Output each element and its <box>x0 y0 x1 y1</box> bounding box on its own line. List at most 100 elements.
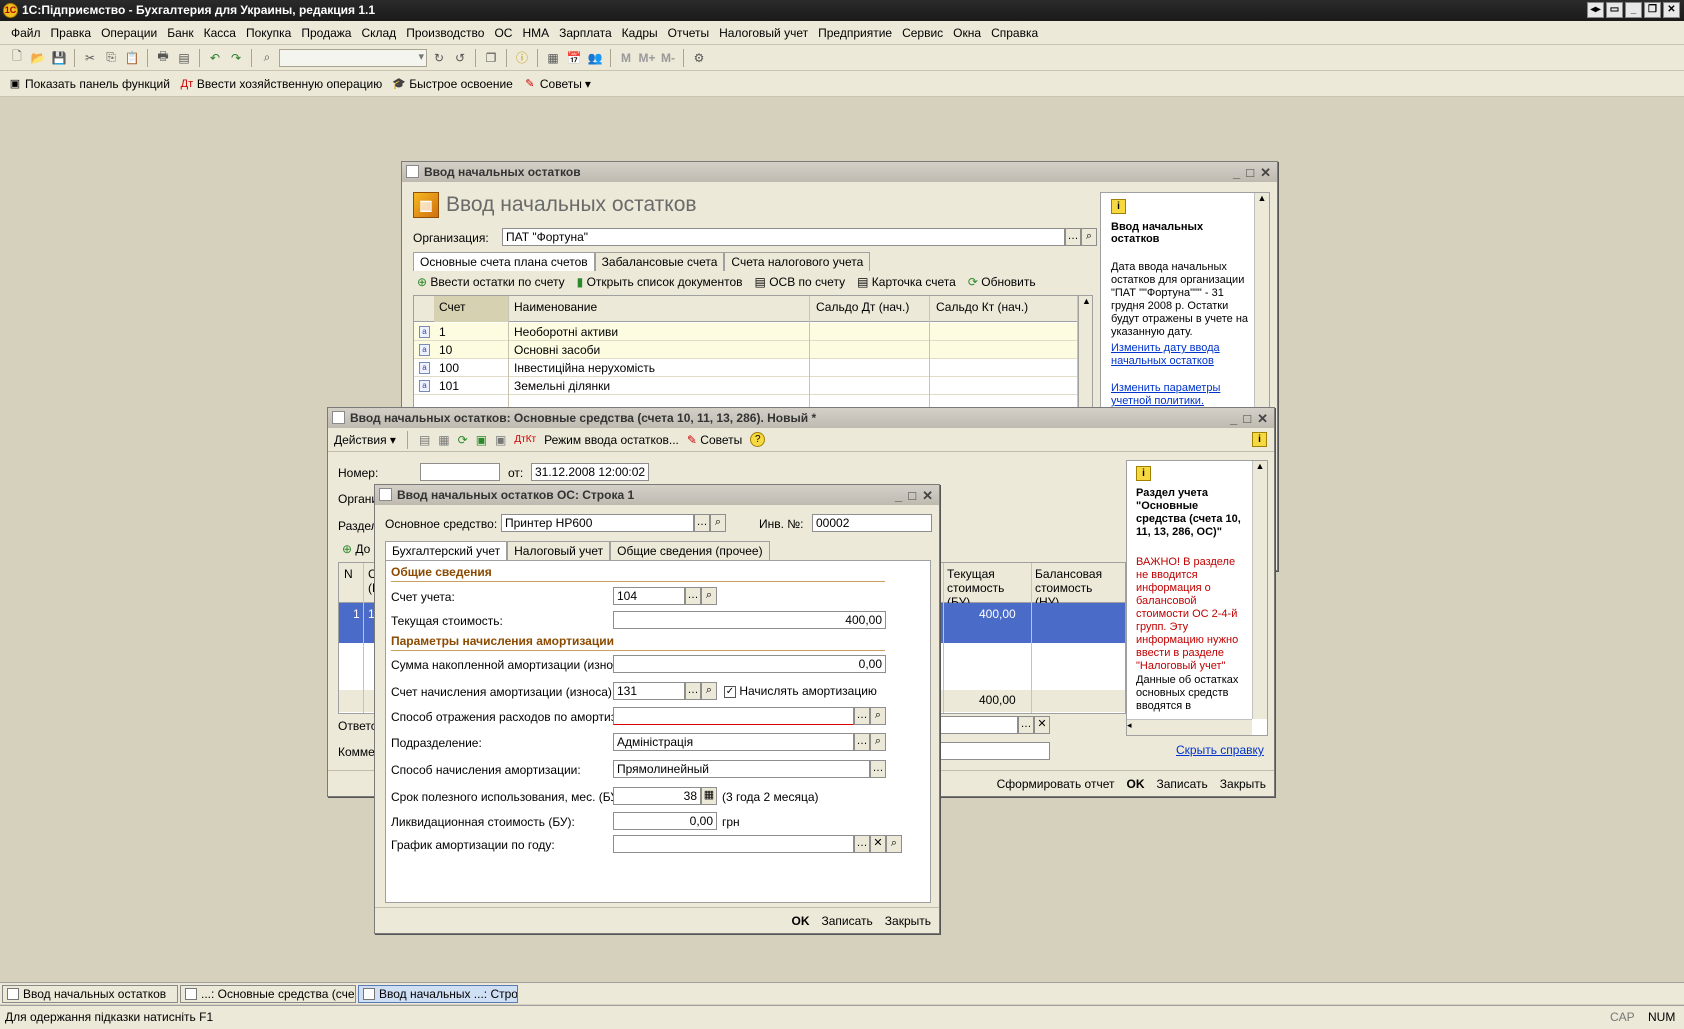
search-combo[interactable] <box>279 48 427 67</box>
col-account[interactable]: Счет <box>439 300 466 314</box>
copy-icon[interactable]: ⎘ <box>102 49 120 67</box>
info-toggle-icon[interactable]: i <box>1252 432 1267 447</box>
responsible-clear-icon[interactable]: ✕ <box>1034 716 1050 734</box>
col-debit[interactable]: Сальдо Дт (нач.) <box>816 300 909 314</box>
col-n[interactable]: N <box>344 567 353 581</box>
enter-operation-button[interactable]: Дт Ввести хозяйственную операцию <box>180 77 383 91</box>
close-icon[interactable]: ✕ <box>1257 409 1268 429</box>
schedule-field[interactable] <box>613 835 854 853</box>
table-row[interactable]: a 100 Інвестиційна нерухомість <box>414 359 1078 377</box>
cut-icon[interactable]: ✂ <box>81 49 99 67</box>
method-select-button[interactable]: … <box>870 760 886 778</box>
org-select-button[interactable]: … <box>1065 228 1081 246</box>
minimize-icon[interactable]: _ <box>1230 409 1237 429</box>
account-open-icon[interactable]: ⌕ <box>701 587 717 605</box>
open-icon[interactable]: 📂 <box>29 49 47 67</box>
dt-kt-icon[interactable]: ДтКт <box>514 434 536 445</box>
maximize-icon[interactable]: ❐ <box>1644 2 1661 18</box>
calendar-icon[interactable]: 📅 <box>565 49 583 67</box>
accum-field[interactable]: 0,00 <box>613 655 886 673</box>
amort-acc-open-icon[interactable]: ⌕ <box>701 682 717 700</box>
tab-2[interactable]: Общие сведения (прочее) <box>610 541 770 560</box>
expense-select-button[interactable]: … <box>854 707 870 725</box>
actions-menu[interactable]: Действия ▾ <box>334 433 396 447</box>
tab-0[interactable]: Основные счета плана счетов <box>413 252 595 271</box>
show-panel-button[interactable]: ▣ Показать панель функций <box>8 77 170 91</box>
amort-checkbox[interactable]: ✓ Начислять амортизацию <box>724 684 877 698</box>
memory-mminus-icon[interactable]: M- <box>659 49 677 67</box>
switch-icon[interactable]: ▭ <box>1606 2 1623 18</box>
expense-field[interactable] <box>613 707 854 725</box>
help-icon[interactable]: ? <box>750 432 766 447</box>
tips-button[interactable]: ✎ Советы <box>687 433 742 447</box>
maximize-icon[interactable]: □ <box>908 486 916 506</box>
save-icon[interactable]: 💾 <box>50 49 68 67</box>
minimize-icon[interactable]: _ <box>895 486 902 506</box>
menu-item[interactable]: Сервис <box>897 26 948 40</box>
add-row-icon[interactable]: ▤ <box>419 433 430 447</box>
preview-icon[interactable]: ▤ <box>175 49 193 67</box>
account-field[interactable]: 104 <box>613 587 685 605</box>
paste-icon[interactable]: 📋 <box>123 49 141 67</box>
save-button[interactable]: Записать <box>1157 777 1208 791</box>
menu-item[interactable]: Продажа <box>296 26 356 40</box>
liq-field[interactable]: 0,00 <box>613 812 717 830</box>
dept-select-button[interactable]: … <box>854 733 870 751</box>
inv-field[interactable]: 00002 <box>812 514 932 532</box>
schedule-open-icon[interactable]: ⌕ <box>886 835 902 853</box>
date-field[interactable]: 31.12.2008 12:00:02 <box>531 463 649 481</box>
schedule-select-button[interactable]: … <box>854 835 870 853</box>
asset-open-icon[interactable]: ⌕ <box>710 514 726 532</box>
enter-balances-button[interactable]: ⊕ Ввести остатки по счету <box>417 275 565 289</box>
help-scrollbar[interactable]: ▲ <box>1252 461 1267 719</box>
menu-item[interactable]: Налоговый учет <box>714 26 813 40</box>
redo-icon[interactable]: ↷ <box>227 49 245 67</box>
restore-icon[interactable]: ◂▸ <box>1587 2 1604 18</box>
add-button[interactable]: ⊕ До <box>342 542 370 556</box>
menu-item[interactable]: Производство <box>401 26 489 40</box>
menu-item[interactable]: Зарплата <box>554 26 617 40</box>
maximize-icon[interactable]: □ <box>1246 163 1254 183</box>
find-prev-icon[interactable]: ↺ <box>451 49 469 67</box>
col-name[interactable]: Наименование <box>514 300 597 314</box>
unpost-icon[interactable]: ▣ <box>495 433 506 447</box>
menu-item[interactable]: Файл <box>6 26 46 40</box>
tab-2[interactable]: Счета налогового учета <box>724 252 871 271</box>
table-row[interactable]: a 1 Необоротні активи <box>414 323 1078 341</box>
menu-item[interactable]: Окна <box>948 26 986 40</box>
tips-button[interactable]: ✎ Советы ▾ <box>523 77 591 91</box>
amort-acc-field[interactable]: 131 <box>613 682 685 700</box>
close-icon[interactable]: ✕ <box>922 486 933 506</box>
help-hscrollbar[interactable]: ◂ <box>1127 719 1252 735</box>
save-button[interactable]: Записать <box>822 914 873 928</box>
memory-mplus-icon[interactable]: M+ <box>638 49 656 67</box>
refresh-button[interactable]: ⟳ Обновить <box>968 275 1036 289</box>
menu-item[interactable]: НМА <box>517 26 554 40</box>
open-list-button[interactable]: ▮ Открыть список документов <box>577 275 743 289</box>
menu-item[interactable]: Касса <box>199 26 241 40</box>
menu-item[interactable]: Банк <box>162 26 198 40</box>
hide-help-link[interactable]: Скрыть справку <box>1176 743 1264 757</box>
org-open-icon[interactable]: ⌕ <box>1081 228 1097 246</box>
memory-m-icon[interactable]: M <box>617 49 635 67</box>
menu-item[interactable]: Кадры <box>617 26 663 40</box>
find-icon[interactable]: ⌕ <box>258 49 276 67</box>
change-date-link[interactable]: Изменить дату ввода начальных остатков <box>1111 342 1241 368</box>
copy-row-icon[interactable]: ▦ <box>438 433 449 447</box>
menu-item[interactable]: Склад <box>356 26 401 40</box>
windows-icon[interactable]: ❐ <box>482 49 500 67</box>
term-field[interactable]: 38 <box>613 787 701 805</box>
schedule-clear-icon[interactable]: ✕ <box>870 835 886 853</box>
expense-open-icon[interactable]: ⌕ <box>870 707 886 725</box>
menu-item[interactable]: Предприятие <box>813 26 897 40</box>
method-field[interactable]: Прямолинейный <box>613 760 870 778</box>
new-icon[interactable]: 🗋 <box>8 49 26 67</box>
menu-item[interactable]: ОС <box>489 26 517 40</box>
table-row[interactable]: a 101 Земельні ділянки <box>414 377 1078 395</box>
col-credit[interactable]: Сальдо Кт (нач.) <box>936 300 1028 314</box>
close-button[interactable]: Закрыть <box>1220 777 1266 791</box>
ok-button[interactable]: OK <box>792 914 810 928</box>
refresh-doc-icon[interactable]: ⟳ <box>458 433 468 447</box>
number-field[interactable] <box>420 463 500 481</box>
close-icon[interactable]: ✕ <box>1663 2 1680 18</box>
